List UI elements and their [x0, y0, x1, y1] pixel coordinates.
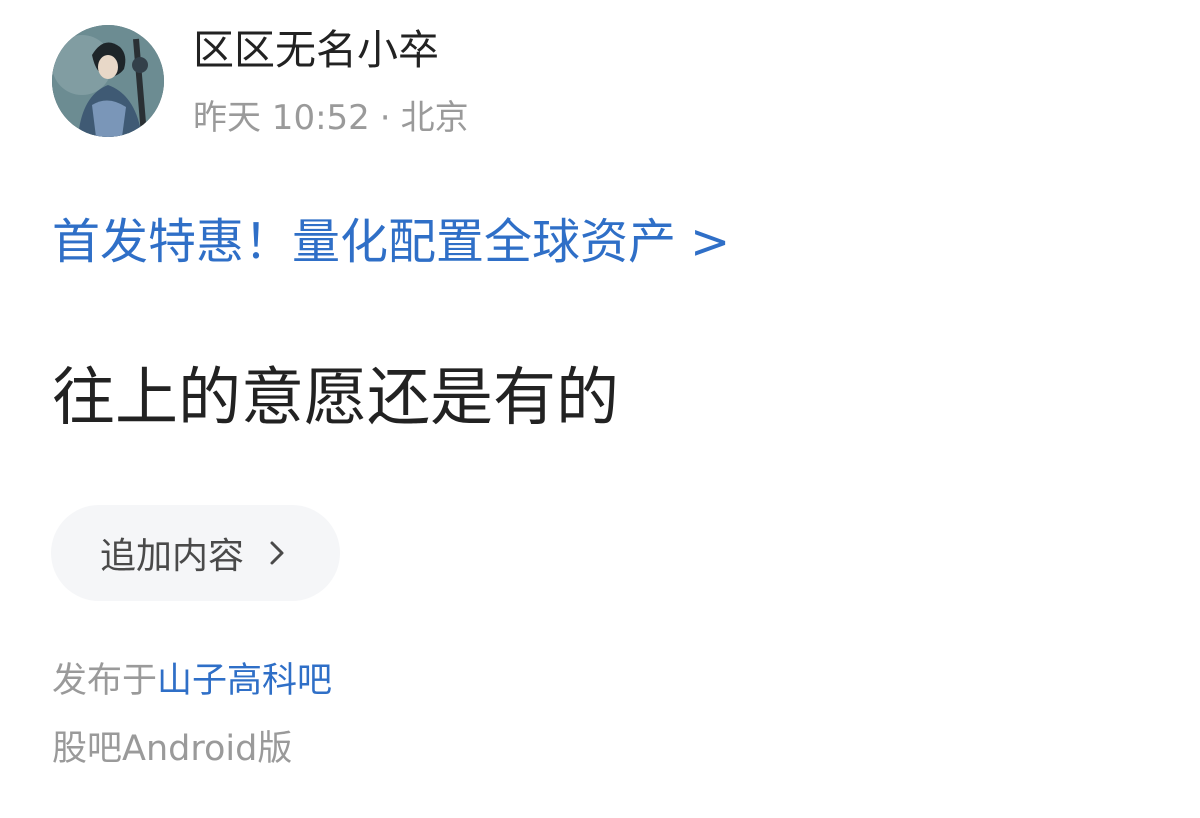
post-location: 北京: [400, 98, 469, 138]
author-name[interactable]: 区区无名小卒: [193, 24, 439, 76]
post-time: 昨天 10:52: [193, 98, 370, 138]
append-content-label: 追加内容: [100, 536, 245, 577]
post-content: 往上的意愿还是有的: [52, 361, 619, 434]
promo-chevron: >: [690, 214, 731, 270]
published-prefix: 发布于: [52, 661, 158, 701]
client-source: 股吧Android版: [52, 729, 293, 769]
bar-link[interactable]: 山子高科吧: [157, 661, 332, 701]
chevron-right-icon: [268, 539, 286, 567]
promo-text: 首发特惠！量化配置全球资产: [52, 214, 677, 270]
append-content-button[interactable]: 追加内容: [51, 505, 340, 601]
meta-separator: ·: [379, 98, 391, 138]
post-meta: 昨天 10:52 · 北京: [193, 95, 469, 141]
published-in: 发布于山子高科吧: [52, 657, 332, 705]
avatar[interactable]: [52, 25, 164, 137]
avatar-illustration-icon: [52, 25, 164, 137]
promo-link[interactable]: 首发特惠！量化配置全球资产 >: [52, 210, 730, 274]
